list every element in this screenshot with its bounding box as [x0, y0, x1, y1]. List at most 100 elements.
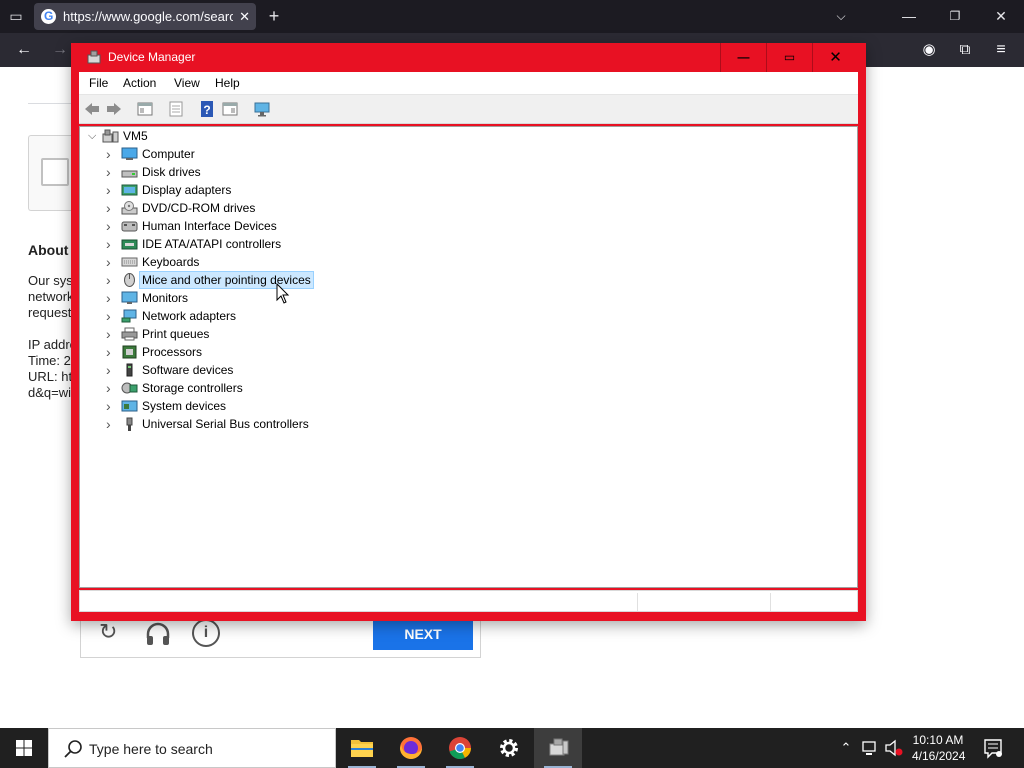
- back-arrow-icon[interactable]: ←: [12, 33, 36, 67]
- chevron-right-icon[interactable]: ›: [106, 325, 111, 343]
- chevron-right-icon[interactable]: ›: [106, 271, 111, 289]
- tree-category-label: Storage controllers: [142, 381, 243, 395]
- browser-restore-button[interactable]: ❐: [942, 0, 968, 33]
- tree-category-label: Computer: [142, 147, 195, 161]
- volume-muted-icon[interactable]: [884, 728, 904, 768]
- tree-category[interactable]: › Monitors: [80, 289, 857, 307]
- menu-help[interactable]: Help: [215, 72, 240, 95]
- tree-category-label: Print queues: [142, 327, 210, 341]
- device-manager-window: Device Manager — ▭ ✕ File Action View He…: [71, 43, 866, 621]
- taskbar-search-box[interactable]: Type here to search: [48, 728, 336, 768]
- tree-category[interactable]: › Keyboards: [80, 253, 857, 271]
- device-tree: ⌵ VM5 › Computer › Disk drives › Display adap…: [79, 126, 858, 588]
- tree-root-label: VM5: [123, 129, 148, 143]
- chevron-right-icon[interactable]: ›: [106, 145, 111, 163]
- browser-tab-active[interactable]: G https://www.google.com/search ✕: [34, 3, 256, 30]
- tree-category[interactable]: › Print queues: [80, 325, 857, 343]
- extensions-icon[interactable]: ⧉: [954, 33, 976, 67]
- tree-category[interactable]: › IDE ATA/ATAPI controllers: [80, 235, 857, 253]
- chrome-icon[interactable]: [436, 728, 484, 768]
- next-button[interactable]: NEXT: [373, 620, 473, 650]
- window-title: Device Manager: [108, 50, 196, 64]
- file-explorer-icon[interactable]: [338, 728, 386, 768]
- back-arrow-icon[interactable]: [83, 100, 101, 118]
- chevron-down-icon[interactable]: ⌵: [830, 0, 852, 33]
- properties-icon[interactable]: [167, 100, 185, 118]
- show-hide-console-tree-icon[interactable]: [136, 100, 154, 118]
- action-pane-icon[interactable]: [221, 100, 239, 118]
- tree-root-vm5[interactable]: ⌵ VM5: [80, 127, 857, 145]
- tree-category[interactable]: › Network adapters: [80, 307, 857, 325]
- chevron-right-icon[interactable]: ›: [106, 235, 111, 253]
- chevron-right-icon[interactable]: ›: [106, 289, 111, 307]
- dvd-drive-icon: [121, 201, 138, 215]
- tree-category[interactable]: › Computer: [80, 145, 857, 163]
- taskbar: Type here to search ⌃ 10:10 AM 4/16/2024: [0, 728, 1024, 768]
- clock[interactable]: 10:10 AM 4/16/2024: [912, 732, 965, 764]
- chevron-right-icon[interactable]: ›: [106, 163, 111, 181]
- tree-category[interactable]: › Mice and other pointing devices: [80, 271, 857, 289]
- tree-category[interactable]: › Human Interface Devices: [80, 217, 857, 235]
- status-divider: [770, 593, 771, 611]
- network-icon[interactable]: [860, 728, 878, 768]
- tree-category[interactable]: › Disk drives: [80, 163, 857, 181]
- hamburger-menu-icon[interactable]: ≡: [990, 33, 1012, 67]
- chevron-right-icon[interactable]: ›: [106, 343, 111, 361]
- menu-file[interactable]: File: [89, 72, 108, 95]
- chevron-right-icon[interactable]: ›: [106, 307, 111, 325]
- minimize-button[interactable]: —: [720, 43, 766, 72]
- page-meta-line: Time: 2: [28, 353, 71, 368]
- chevron-right-icon[interactable]: ›: [106, 181, 111, 199]
- forward-arrow-icon[interactable]: [105, 100, 123, 118]
- chevron-down-icon[interactable]: ⌵: [88, 127, 96, 145]
- tree-category[interactable]: › System devices: [80, 397, 857, 415]
- menu-action[interactable]: Action: [123, 72, 156, 95]
- tree-category[interactable]: › Universal Serial Bus controllers: [80, 415, 857, 433]
- notification-icon[interactable]: [982, 728, 1004, 768]
- tree-category[interactable]: › Processors: [80, 343, 857, 361]
- help-icon[interactable]: ?: [198, 100, 216, 118]
- tree-category-label: Software devices: [142, 363, 234, 377]
- tree-category[interactable]: › Display adapters: [80, 181, 857, 199]
- computer-icon: [121, 147, 138, 160]
- tab-list-icon[interactable]: ▭: [4, 0, 28, 33]
- reload-icon[interactable]: ↻: [99, 621, 117, 643]
- maximize-button[interactable]: ▭: [766, 43, 812, 72]
- info-icon[interactable]: i: [192, 619, 220, 647]
- firefox-icon[interactable]: [387, 728, 435, 768]
- mouse-cursor-icon: [276, 283, 290, 304]
- device-manager-taskbar-icon[interactable]: [534, 728, 582, 768]
- display-adapter-icon: [121, 184, 138, 196]
- tab-close-icon[interactable]: ✕: [239, 3, 250, 30]
- browser-tab-bar: ▭ G https://www.google.com/search ✕ + ⌵ …: [0, 0, 1024, 33]
- window-titlebar[interactable]: Device Manager — ▭ ✕: [71, 43, 866, 72]
- tree-category[interactable]: › DVD/CD-ROM drives: [80, 199, 857, 217]
- menu-view[interactable]: View: [174, 72, 200, 95]
- chevron-right-icon[interactable]: ›: [106, 415, 111, 433]
- tree-category-label: Universal Serial Bus controllers: [142, 417, 309, 431]
- tree-category[interactable]: › Storage controllers: [80, 379, 857, 397]
- scan-hardware-icon[interactable]: [253, 100, 271, 118]
- tree-category[interactable]: › Software devices: [80, 361, 857, 379]
- chevron-up-icon[interactable]: ⌃: [838, 728, 854, 768]
- forward-arrow-icon[interactable]: →: [48, 33, 72, 67]
- processor-icon: [122, 345, 137, 359]
- close-button[interactable]: ✕: [812, 43, 858, 72]
- page-meta-line: IP addre: [28, 337, 77, 352]
- chevron-right-icon[interactable]: ›: [106, 199, 111, 217]
- account-icon[interactable]: ◉: [918, 33, 940, 67]
- page-text-line: Our sys: [28, 273, 73, 288]
- captcha-checkbox[interactable]: [41, 158, 69, 186]
- browser-minimize-button[interactable]: —: [896, 0, 922, 33]
- headphones-icon[interactable]: [145, 622, 171, 649]
- start-button[interactable]: [0, 728, 48, 768]
- chevron-right-icon[interactable]: ›: [106, 361, 111, 379]
- settings-icon[interactable]: [485, 728, 533, 768]
- chevron-right-icon[interactable]: ›: [106, 379, 111, 397]
- browser-close-button[interactable]: ✕: [988, 0, 1014, 33]
- chevron-right-icon[interactable]: ›: [106, 253, 111, 271]
- chevron-right-icon[interactable]: ›: [106, 217, 111, 235]
- chevron-right-icon[interactable]: ›: [106, 397, 111, 415]
- tree-category-label: Disk drives: [142, 165, 201, 179]
- new-tab-button[interactable]: +: [264, 0, 284, 33]
